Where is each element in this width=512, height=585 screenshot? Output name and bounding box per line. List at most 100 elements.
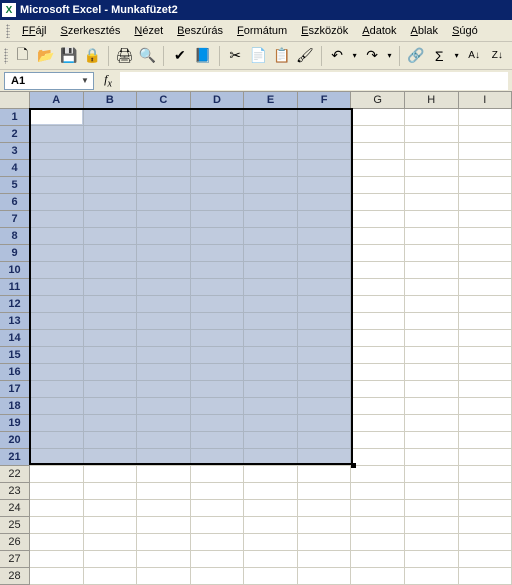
column-header[interactable]: I	[459, 92, 512, 109]
sort-asc-icon[interactable]: A↓	[464, 45, 485, 67]
select-all-corner[interactable]	[0, 92, 30, 109]
cell[interactable]	[84, 160, 138, 177]
cell[interactable]	[84, 245, 138, 262]
cell[interactable]	[405, 313, 459, 330]
cell[interactable]	[459, 398, 512, 415]
cell[interactable]	[244, 109, 298, 126]
cell[interactable]	[351, 211, 405, 228]
cell[interactable]	[351, 466, 405, 483]
row-header[interactable]: 24	[0, 500, 30, 517]
cell[interactable]	[84, 126, 138, 143]
cell[interactable]	[137, 551, 191, 568]
cell[interactable]	[459, 160, 512, 177]
cell[interactable]	[459, 381, 512, 398]
row-header[interactable]: 18	[0, 398, 30, 415]
cell[interactable]	[191, 313, 245, 330]
cell[interactable]	[244, 500, 298, 517]
cell[interactable]	[405, 432, 459, 449]
cell[interactable]	[191, 466, 245, 483]
autosum-icon[interactable]: Σ	[429, 45, 450, 67]
cell[interactable]	[351, 381, 405, 398]
cell[interactable]	[244, 245, 298, 262]
cell[interactable]	[298, 551, 352, 568]
cell[interactable]	[30, 432, 84, 449]
spreadsheet-grid[interactable]: ABCDEFGHI 123456789101112131415161718192…	[0, 92, 512, 585]
cell[interactable]	[298, 483, 352, 500]
copy-icon[interactable]: 📄	[248, 45, 269, 67]
cell[interactable]	[84, 194, 138, 211]
row-header[interactable]: 1	[0, 109, 30, 126]
cell[interactable]	[84, 330, 138, 347]
cell[interactable]	[351, 245, 405, 262]
cell[interactable]	[298, 466, 352, 483]
cell[interactable]	[30, 381, 84, 398]
row-header[interactable]: 26	[0, 534, 30, 551]
row-header[interactable]: 3	[0, 143, 30, 160]
cell[interactable]	[244, 534, 298, 551]
row-header[interactable]: 16	[0, 364, 30, 381]
cell[interactable]	[84, 551, 138, 568]
cell[interactable]	[84, 228, 138, 245]
cell[interactable]	[405, 211, 459, 228]
cell[interactable]	[137, 568, 191, 585]
menu-view[interactable]: Nézet	[128, 23, 169, 39]
cell[interactable]	[351, 483, 405, 500]
cell[interactable]	[459, 109, 512, 126]
cell[interactable]	[30, 228, 84, 245]
cell[interactable]	[137, 245, 191, 262]
cell[interactable]	[351, 143, 405, 160]
row-header[interactable]: 11	[0, 279, 30, 296]
menu-help[interactable]: Súgó	[446, 23, 484, 39]
name-box-dropdown-icon[interactable]: ▼	[79, 74, 91, 88]
cell[interactable]	[191, 296, 245, 313]
cell[interactable]	[459, 500, 512, 517]
cell[interactable]	[84, 517, 138, 534]
cell[interactable]	[244, 160, 298, 177]
cell[interactable]	[30, 245, 84, 262]
cell[interactable]	[244, 347, 298, 364]
hyperlink-icon[interactable]: 🔗	[405, 45, 426, 67]
cell[interactable]	[137, 279, 191, 296]
cell[interactable]	[191, 415, 245, 432]
cell[interactable]	[459, 211, 512, 228]
cell[interactable]	[405, 364, 459, 381]
cell[interactable]	[137, 364, 191, 381]
fx-icon[interactable]: fx	[100, 73, 116, 89]
cell[interactable]	[405, 449, 459, 466]
cell[interactable]	[191, 483, 245, 500]
cell[interactable]	[298, 109, 352, 126]
cell[interactable]	[137, 466, 191, 483]
cell[interactable]	[459, 313, 512, 330]
cell[interactable]	[405, 330, 459, 347]
cell[interactable]	[351, 364, 405, 381]
cell[interactable]	[137, 534, 191, 551]
cell[interactable]	[405, 568, 459, 585]
cell[interactable]	[405, 262, 459, 279]
cell[interactable]	[298, 568, 352, 585]
row-header[interactable]: 9	[0, 245, 30, 262]
cell[interactable]	[405, 483, 459, 500]
cell[interactable]	[137, 126, 191, 143]
cell[interactable]	[244, 415, 298, 432]
cell[interactable]	[298, 126, 352, 143]
cell[interactable]	[298, 160, 352, 177]
cell[interactable]	[191, 126, 245, 143]
column-header[interactable]: B	[84, 92, 138, 109]
cell[interactable]	[459, 330, 512, 347]
row-header[interactable]: 10	[0, 262, 30, 279]
cell[interactable]	[298, 364, 352, 381]
cell[interactable]	[137, 398, 191, 415]
cell[interactable]	[30, 551, 84, 568]
cell[interactable]	[351, 313, 405, 330]
cell[interactable]	[244, 568, 298, 585]
cell[interactable]	[351, 330, 405, 347]
cell[interactable]	[30, 466, 84, 483]
cell[interactable]	[84, 279, 138, 296]
cell[interactable]	[459, 415, 512, 432]
cell[interactable]	[351, 500, 405, 517]
column-header[interactable]: C	[137, 92, 191, 109]
cell[interactable]	[298, 313, 352, 330]
cell[interactable]	[244, 313, 298, 330]
cell[interactable]	[191, 364, 245, 381]
cell[interactable]	[405, 177, 459, 194]
